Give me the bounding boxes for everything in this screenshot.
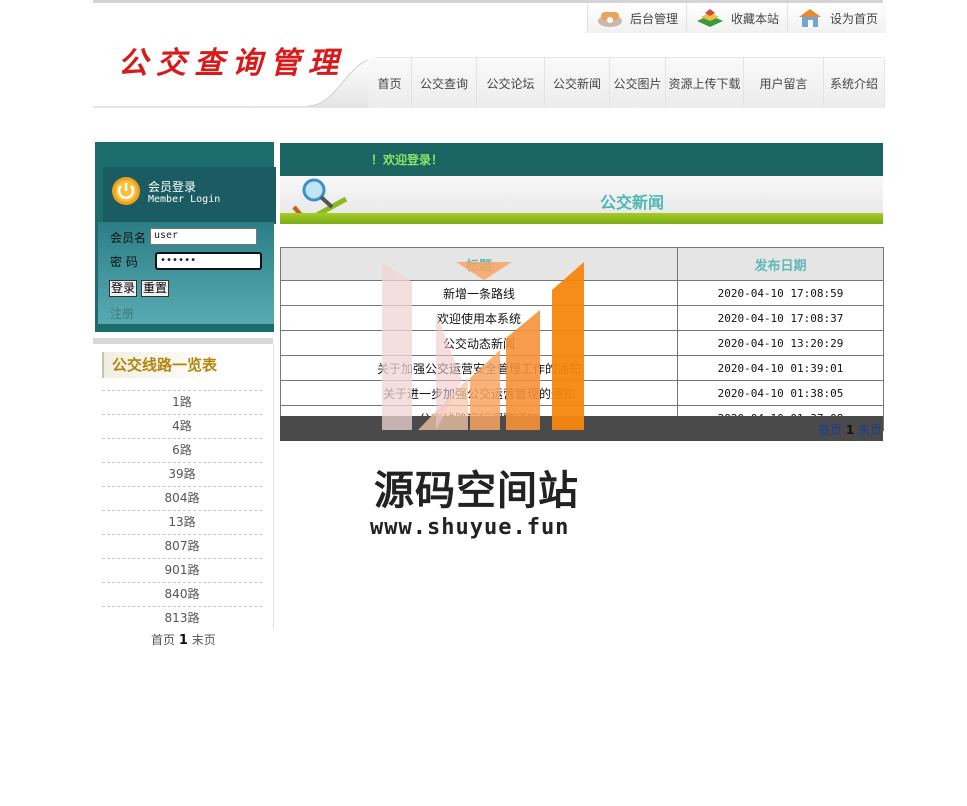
admin-link-label: 后台管理	[630, 11, 679, 26]
welcome-text: ！欢迎登录！	[371, 153, 444, 167]
news-title: 公交新闻	[600, 193, 665, 212]
routes-pager: 首页 1 末页	[151, 631, 216, 648]
routes-current-page: 1	[178, 633, 188, 648]
password-input[interactable]: ••••••	[155, 252, 262, 270]
reset-button[interactable]: 重置	[141, 280, 170, 297]
route-item[interactable]: 1路	[102, 390, 262, 414]
password-label: 密 码	[110, 255, 138, 269]
news-header	[280, 176, 883, 225]
power-icon	[112, 177, 140, 205]
routes-last-page[interactable]: 末页	[192, 633, 216, 647]
nav-bus-news[interactable]: 公交新闻	[545, 58, 610, 108]
login-button[interactable]: 登录	[109, 280, 138, 297]
login-header: 会员登录 Member Login	[103, 167, 276, 224]
route-item[interactable]: 804路	[102, 486, 262, 510]
nav-home[interactable]: 首页	[368, 58, 412, 108]
news-date-cell: 2020-04-10 17:08:59	[677, 280, 884, 306]
nav-system-intro[interactable]: 系统介绍	[824, 58, 885, 108]
username-label: 会员名	[110, 231, 147, 245]
nav-bus-query[interactable]: 公交查询	[412, 58, 477, 108]
news-last-page[interactable]: 末页	[858, 423, 882, 437]
news-date-cell: 2020-04-10 01:38:05	[677, 380, 884, 406]
main-nav: 首页 公交查询 公交论坛 公交新闻 公交图片 资源上传下载 用户留言 系统介绍	[368, 58, 885, 108]
set-homepage-link[interactable]: 设为首页	[787, 3, 887, 33]
favorite-link[interactable]: 收藏本站	[686, 3, 788, 33]
routes-title: 公交线路一览表	[102, 352, 226, 378]
favorite-icon	[697, 9, 724, 27]
route-item[interactable]: 4路	[102, 414, 262, 438]
phone-icon	[598, 12, 622, 27]
top-links: 后台管理 收藏本站 设为首页	[587, 3, 887, 33]
favorite-link-label: 收藏本站	[731, 11, 780, 26]
register-link[interactable]: 注册	[110, 305, 134, 322]
nav-user-message[interactable]: 用户留言	[744, 58, 824, 108]
route-item[interactable]: 13路	[102, 510, 262, 534]
login-subtitle: Member Login	[148, 194, 221, 205]
home-icon	[799, 9, 822, 27]
watermark-url: www.shuyue.fun	[370, 515, 570, 540]
news-title-underline	[280, 213, 883, 224]
news-first-page[interactable]: 首页	[818, 423, 842, 437]
nav-bus-forum[interactable]: 公交论坛	[477, 58, 545, 108]
admin-link[interactable]: 后台管理	[587, 3, 687, 33]
nav-resource-download[interactable]: 资源上传下载	[666, 58, 744, 108]
routes-first-page[interactable]: 首页	[151, 633, 175, 647]
watermark-name: 源码空间站	[374, 468, 579, 514]
login-title: 会员登录	[148, 180, 197, 194]
watermark-logo-icon	[382, 262, 584, 430]
news-pager: 首页 1 末页	[818, 421, 882, 438]
route-item[interactable]: 813路	[102, 606, 262, 630]
route-item[interactable]: 807路	[102, 534, 262, 558]
news-date-cell: 2020-04-10 17:08:37	[677, 305, 884, 331]
nav-bus-images[interactable]: 公交图片	[610, 58, 666, 108]
news-date-cell: 2020-04-10 01:39:01	[677, 355, 884, 381]
news-current-page: 1	[845, 423, 855, 437]
route-item[interactable]: 840路	[102, 582, 262, 606]
column-date: 发布日期	[677, 247, 884, 281]
login-form: 会员名 user 密 码 •••••• 登录 重置 注册	[98, 222, 274, 324]
route-item[interactable]: 39路	[102, 462, 262, 486]
route-item[interactable]: 901路	[102, 558, 262, 582]
set-homepage-label: 设为首页	[830, 11, 879, 26]
news-date-cell: 2020-04-10 13:20:29	[677, 330, 884, 356]
route-item[interactable]: 6路	[102, 438, 262, 462]
username-input[interactable]: user	[150, 228, 257, 245]
